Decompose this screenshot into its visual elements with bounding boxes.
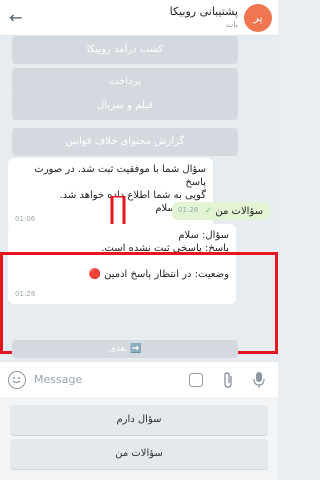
microphone-icon[interactable] (252, 371, 266, 389)
back-arrow-icon[interactable]: ← (6, 8, 26, 28)
reply-button-ask-question[interactable]: سؤال دارم (10, 405, 268, 435)
chat-subtitle: بات (225, 20, 238, 29)
message-input-bar: Message (0, 361, 278, 397)
smile-icon[interactable] (8, 371, 26, 389)
highlight-box (0, 252, 278, 354)
smile-face-glyph (12, 377, 21, 384)
paperclip-glyph (224, 372, 232, 388)
reply-button-my-questions[interactable]: سؤالات من (10, 439, 268, 469)
sticker-icon[interactable] (189, 373, 203, 387)
inline-button-movies[interactable]: فیلم و سریال (12, 92, 238, 120)
message-time: 01:28 (178, 206, 199, 214)
inline-button-report[interactable]: گزارش محتوای خلاف قوانین (12, 128, 238, 156)
paperclip-icon[interactable] (222, 371, 234, 393)
chat-title-block[interactable]: پشتیبانی روبیکا بات (48, 4, 238, 31)
chat-header: ← پشتیبانی روبیکا بات پر (0, 0, 278, 36)
inline-button-next[interactable]: ➡️ بعدی (12, 340, 238, 358)
message-text: سؤالات من (215, 206, 263, 217)
message-line: سؤال شما با موفقیت ثبت شد. در صورت پاسخ (34, 164, 206, 188)
reply-keyboard: سؤال دارم سؤالات من (0, 397, 278, 480)
avatar[interactable]: پر (244, 4, 272, 32)
read-check-icon: ✓ (205, 206, 212, 215)
message-line: سؤال: سلام (178, 230, 229, 241)
outgoing-message-1: سؤالات من 01:28 ✓ (172, 202, 270, 220)
chat-area: کسب درآمد روبیکا پرداخت فیلم و سریال گزا… (0, 36, 278, 361)
message-input[interactable]: Message (34, 373, 82, 386)
chat-title: پشتیبانی روبیکا (169, 5, 238, 18)
inline-button-earn[interactable]: کسب درآمد روبیکا (12, 36, 238, 64)
